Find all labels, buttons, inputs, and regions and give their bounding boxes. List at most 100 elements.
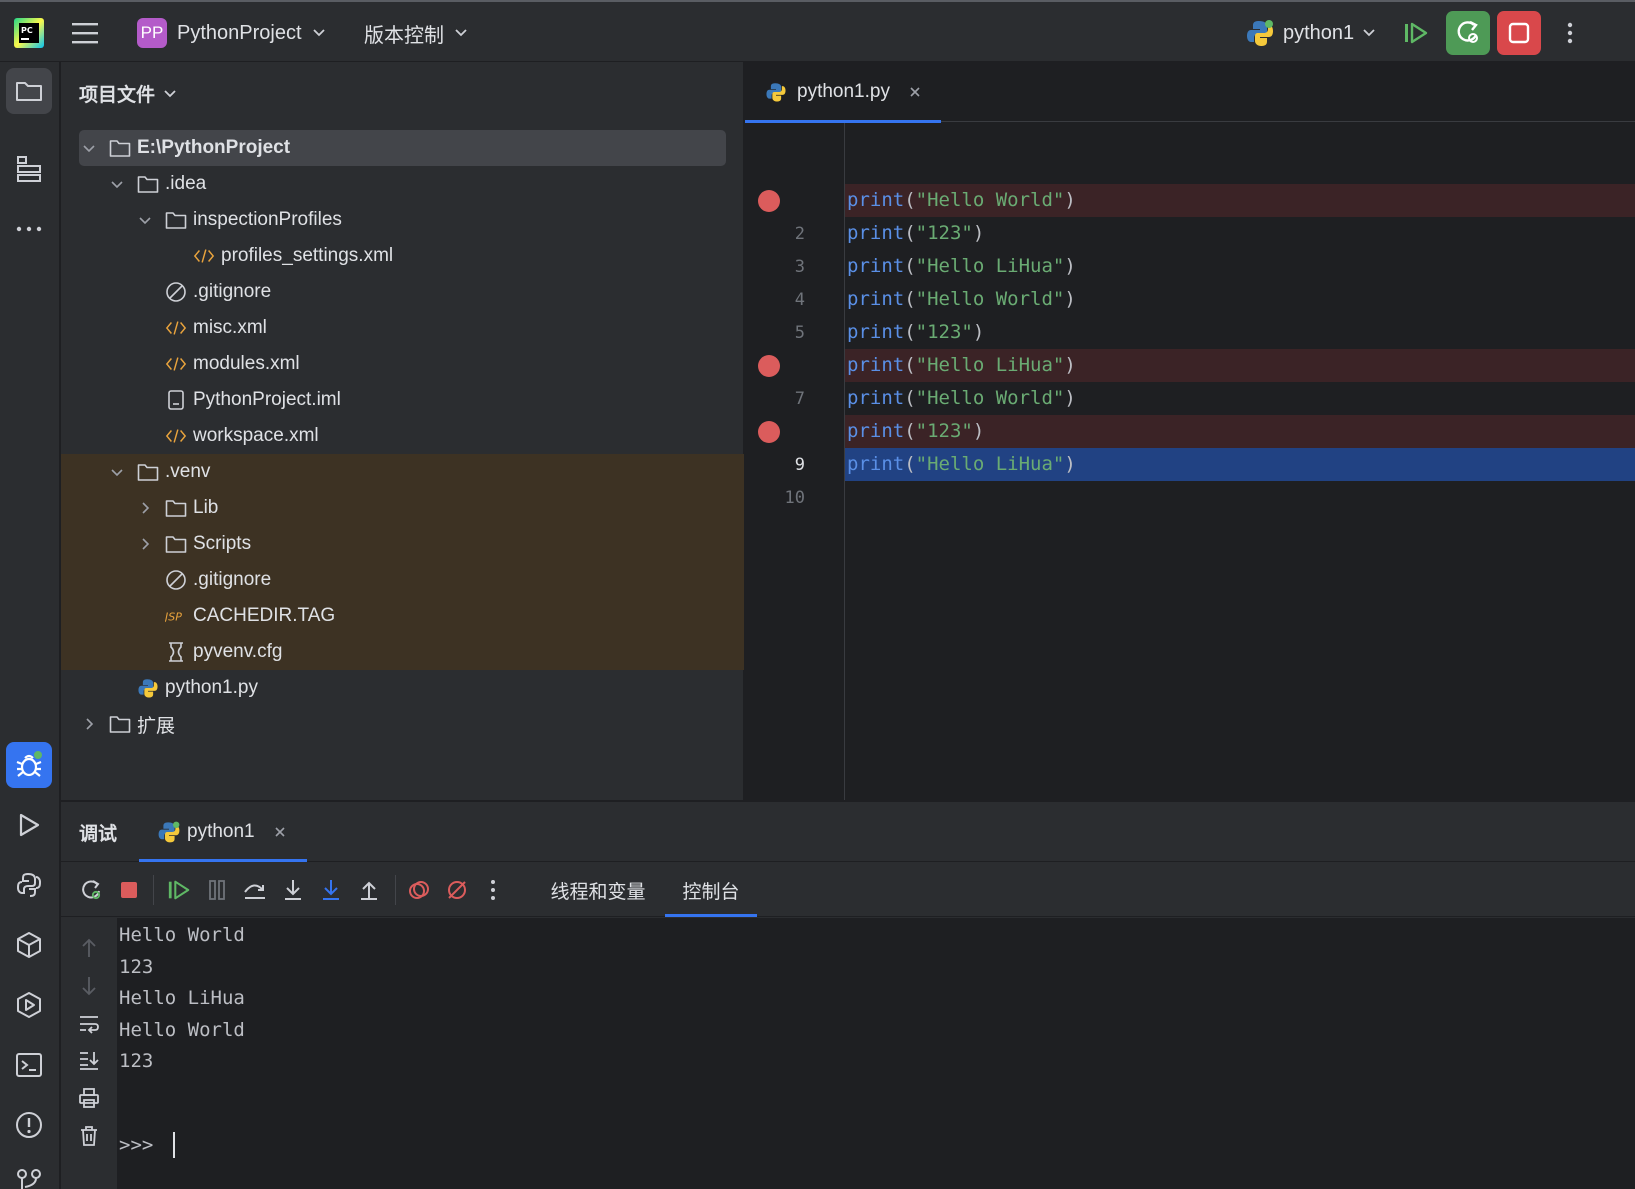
line-number[interactable]: 4 — [745, 290, 805, 310]
code-line[interactable]: 10 — [745, 481, 1635, 514]
view-breakpoints-icon[interactable] — [405, 876, 433, 904]
rerun-icon[interactable] — [77, 876, 105, 904]
tree-item[interactable]: .venv — [61, 454, 744, 490]
print-icon[interactable] — [75, 1084, 103, 1112]
chevron-down-icon[interactable] — [109, 464, 125, 480]
python-packages-tool-button[interactable] — [6, 922, 52, 968]
line-number[interactable]: 7 — [745, 389, 805, 409]
code-line[interactable]: 4 print("Hello World") — [745, 283, 1635, 316]
more-actions-icon[interactable] — [1566, 2, 1574, 64]
console[interactable]: Hello World 123 Hello LiHua Hello World 123 … — [61, 918, 1635, 1189]
tree-item[interactable]: E:\PythonProject — [61, 130, 744, 166]
code-line[interactable]: print("123") — [758, 415, 1635, 448]
step-into-my-code-icon[interactable] — [317, 876, 345, 904]
editor-tab-python1[interactable]: python1.py — [745, 62, 941, 123]
tree-item[interactable]: pyvenv.cfg — [61, 634, 744, 670]
code-text: print("123") — [847, 222, 984, 244]
resume-icon[interactable] — [165, 876, 193, 904]
line-number[interactable]: 2 — [745, 224, 805, 244]
tree-item[interactable]: JSP CACHEDIR.TAG — [61, 598, 744, 634]
chevron-right-icon[interactable] — [137, 500, 153, 516]
mute-breakpoints-icon[interactable] — [443, 876, 471, 904]
tree-item[interactable]: misc.xml — [61, 310, 744, 346]
code-line[interactable]: 3 print("Hello LiHua") — [745, 250, 1635, 283]
step-out-icon[interactable] — [355, 876, 383, 904]
close-icon[interactable] — [273, 825, 287, 839]
code-line[interactable]: 2 print("123") — [745, 217, 1635, 250]
line-number[interactable]: 10 — [745, 488, 805, 508]
debug-tool-button[interactable] — [6, 742, 52, 788]
tree-item[interactable]: Scripts — [61, 526, 744, 562]
tree-item[interactable]: inspectionProfiles — [61, 202, 744, 238]
tree-item[interactable]: profiles_settings.xml — [61, 238, 744, 274]
git-tool-button[interactable] — [6, 1158, 52, 1189]
step-into-icon[interactable] — [279, 876, 307, 904]
rerun-debug-icon — [1457, 20, 1478, 43]
code-token-close: ) — [1064, 189, 1076, 211]
tree-item[interactable]: workspace.xml — [61, 418, 744, 454]
services-tool-button[interactable] — [6, 982, 52, 1028]
tree-item[interactable]: python1.py — [61, 670, 744, 706]
pycharm-logo-icon[interactable]: PC — [14, 2, 44, 64]
chevron-down-icon[interactable] — [137, 212, 153, 228]
breakpoint-icon[interactable] — [758, 190, 780, 212]
tree-item[interactable]: .idea — [61, 166, 744, 202]
stop-button[interactable] — [1497, 2, 1541, 64]
step-over-icon[interactable] — [241, 876, 269, 904]
code-line[interactable]: 5 print("123") — [745, 316, 1635, 349]
run-config-selector[interactable]: python1 — [1245, 2, 1376, 64]
project-panel-header[interactable]: 项目文件 — [79, 80, 177, 107]
main-menu-icon[interactable] — [72, 2, 98, 64]
terminal-tool-button[interactable] — [6, 1042, 52, 1088]
chevron-right-icon[interactable] — [81, 716, 97, 732]
trash-icon[interactable] — [75, 1122, 103, 1150]
problems-tool-button[interactable] — [6, 1102, 52, 1148]
resume-button[interactable] — [1403, 2, 1429, 64]
tree-item[interactable]: Lib — [61, 490, 744, 526]
breakpoint-icon[interactable] — [758, 355, 780, 377]
stop-icon[interactable] — [115, 876, 143, 904]
breakpoint-icon[interactable] — [758, 421, 780, 443]
down-arrow-icon[interactable] — [75, 972, 103, 1000]
scroll-to-end-icon[interactable] — [75, 1046, 103, 1074]
pause-icon[interactable] — [203, 876, 231, 904]
up-arrow-icon[interactable] — [75, 934, 103, 962]
close-icon[interactable] — [908, 85, 922, 99]
python-console-tool-button[interactable] — [6, 862, 52, 908]
code-line[interactable]: print("Hello LiHua") — [758, 349, 1635, 382]
code-line[interactable]: print("Hello World") — [758, 184, 1635, 217]
code-line[interactable]: 9 print("Hello LiHua") — [795, 448, 1635, 481]
code-line[interactable]: 7 print("Hello World") — [745, 382, 1635, 415]
tree-item[interactable]: PythonProject.iml — [61, 382, 744, 418]
line-number[interactable]: 5 — [745, 323, 805, 343]
structure-tool-button[interactable] — [6, 146, 52, 192]
run-tool-button[interactable] — [6, 802, 52, 848]
tab-threads-variables[interactable]: 线程和变量 — [539, 863, 657, 917]
line-number[interactable]: 3 — [745, 257, 805, 277]
project-selector[interactable]: PP PythonProject — [137, 2, 326, 64]
tab-console[interactable]: 控制台 — [665, 863, 757, 917]
more-options-icon[interactable] — [479, 876, 507, 904]
tree-item[interactable]: .gitignore — [61, 274, 744, 310]
code-token-arg: "Hello World" — [915, 387, 1065, 409]
tree-item[interactable]: 扩展 — [61, 706, 744, 742]
debug-session-tab[interactable]: python1 — [139, 802, 307, 862]
chevron-right-icon[interactable] — [137, 536, 153, 552]
ignore-file-icon — [165, 281, 187, 303]
tree-item[interactable]: modules.xml — [61, 346, 744, 382]
project-tool-button[interactable] — [6, 68, 52, 114]
chevron-down-icon[interactable] — [109, 176, 125, 192]
code-token-close: ) — [972, 222, 985, 244]
folder-icon — [137, 173, 159, 195]
more-tools-icon[interactable] — [6, 206, 52, 252]
run-config-label: python1 — [1283, 21, 1355, 44]
tree-item-label: CACHEDIR.TAG — [193, 605, 336, 626]
console-input-line[interactable]: >>> — [119, 1132, 176, 1158]
soft-wrap-icon[interactable] — [75, 1010, 103, 1038]
vcs-menu[interactable]: 版本控制 — [364, 2, 468, 64]
chevron-down-icon[interactable] — [81, 140, 97, 156]
tree-item[interactable]: .gitignore — [61, 562, 744, 598]
line-number[interactable]: 9 — [745, 455, 805, 475]
rerun-debug-button[interactable] — [1446, 2, 1490, 64]
